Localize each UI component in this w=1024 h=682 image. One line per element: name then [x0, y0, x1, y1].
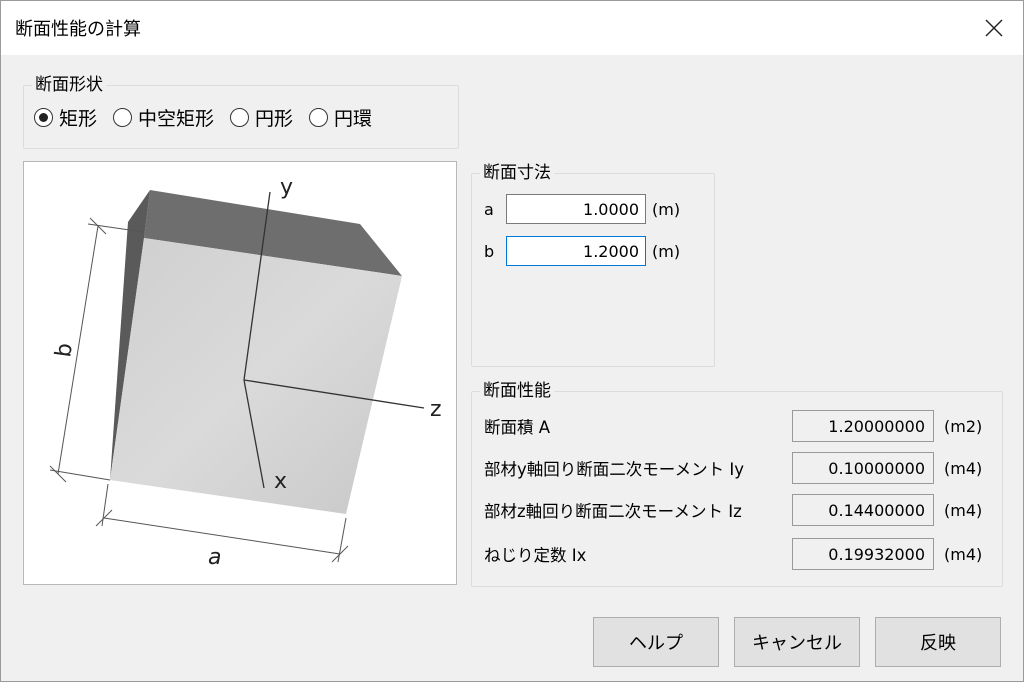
rectangular-block-illustration: y z x b a — [49, 175, 442, 570]
radio-circle-indicator[interactable] — [230, 108, 250, 127]
radio-hollow-rectangle-indicator[interactable] — [113, 108, 133, 127]
shape-radio-row: 矩形 中空矩形 円形 円環 — [34, 104, 388, 131]
radio-hollow-rectangle[interactable]: 中空矩形 — [113, 104, 214, 131]
window-title: 断面性能の計算 — [15, 19, 141, 40]
dialog-window: 断面性能の計算 断面形状 矩形 中空矩形 円形 円環 y z x b a 断面寸… — [0, 0, 1024, 682]
dimensions-group: 断面寸法 a (m) b (m) — [471, 162, 715, 367]
prop-ix-unit: (m4) — [944, 544, 983, 564]
prop-iz-label: 部材z軸回り断面二次モーメント Iz — [484, 502, 742, 521]
radio-rectangle[interactable]: 矩形 — [34, 104, 97, 131]
dimensions-group-legend: 断面寸法 — [480, 162, 554, 184]
axis-y-label: y — [280, 175, 293, 200]
dim-a-label: a — [208, 545, 221, 570]
dim-b-tick-bottom — [49, 465, 67, 483]
cancel-button[interactable]: キャンセル — [734, 617, 860, 667]
prop-iy-unit: (m4) — [944, 458, 983, 478]
prop-iz-unit: (m4) — [944, 500, 983, 520]
dim-b-field-label: b — [484, 241, 495, 261]
shape-group: 断面形状 矩形 中空矩形 円形 円環 — [23, 74, 459, 149]
axis-x-label: x — [274, 469, 287, 494]
dim-b-unit: (m) — [652, 241, 681, 261]
block-front-face — [110, 238, 402, 514]
radio-ring[interactable]: 円環 — [309, 104, 372, 131]
radio-ring-indicator[interactable] — [309, 108, 329, 127]
dim-b-input[interactable] — [506, 236, 646, 266]
dim-a-unit: (m) — [652, 199, 681, 219]
prop-area-unit: (m2) — [944, 416, 983, 436]
prop-iy-label: 部材y軸回り断面二次モーメント Iy — [484, 460, 744, 479]
dim-row-b: b (m) — [484, 236, 680, 266]
prop-iz-value: 0.14400000 — [792, 494, 934, 526]
prop-row-iz: 部材z軸回り断面二次モーメント Iz 0.14400000 (m4) — [484, 494, 982, 526]
radio-rectangle-indicator[interactable] — [34, 108, 53, 127]
prop-row-iy: 部材y軸回り断面二次モーメント Iy 0.10000000 (m4) — [484, 452, 982, 484]
title-bar: 断面性能の計算 — [1, 1, 1023, 55]
shape-group-legend: 断面形状 — [32, 74, 106, 96]
close-button[interactable] — [973, 7, 1015, 49]
dim-a-field-label: a — [484, 199, 494, 219]
prop-row-area: 断面積 A 1.20000000 (m2) — [484, 410, 982, 442]
help-button[interactable]: ヘルプ — [593, 617, 719, 667]
dim-a-input[interactable] — [506, 194, 646, 224]
prop-ix-value: 0.19932000 — [792, 538, 934, 570]
dim-row-a: a (m) — [484, 194, 680, 224]
dim-a-line — [103, 517, 341, 555]
radio-ring-label: 円環 — [334, 108, 373, 130]
prop-row-ix: ねじり定数 Ix 0.19932000 (m4) — [484, 538, 982, 570]
dim-b-label: b — [51, 342, 78, 359]
prop-ix-label: ねじり定数 Ix — [484, 546, 587, 565]
axis-z-label: z — [430, 397, 442, 422]
properties-group: 断面性能 断面積 A 1.20000000 (m2) 部材y軸回り断面二次モーメ… — [471, 380, 1003, 587]
section-illustration: y z x b a — [23, 161, 457, 585]
prop-area-label: 断面積 A — [484, 418, 551, 437]
apply-button[interactable]: 反映 — [875, 617, 1001, 667]
prop-area-value: 1.20000000 — [792, 410, 934, 442]
prop-iy-value: 0.10000000 — [792, 452, 934, 484]
radio-rectangle-label: 矩形 — [59, 108, 98, 130]
radio-circle[interactable]: 円形 — [230, 104, 293, 131]
properties-group-legend: 断面性能 — [480, 380, 554, 402]
radio-circle-label: 円形 — [255, 108, 294, 130]
radio-hollow-rectangle-label: 中空矩形 — [138, 108, 215, 130]
close-icon — [985, 19, 1003, 37]
